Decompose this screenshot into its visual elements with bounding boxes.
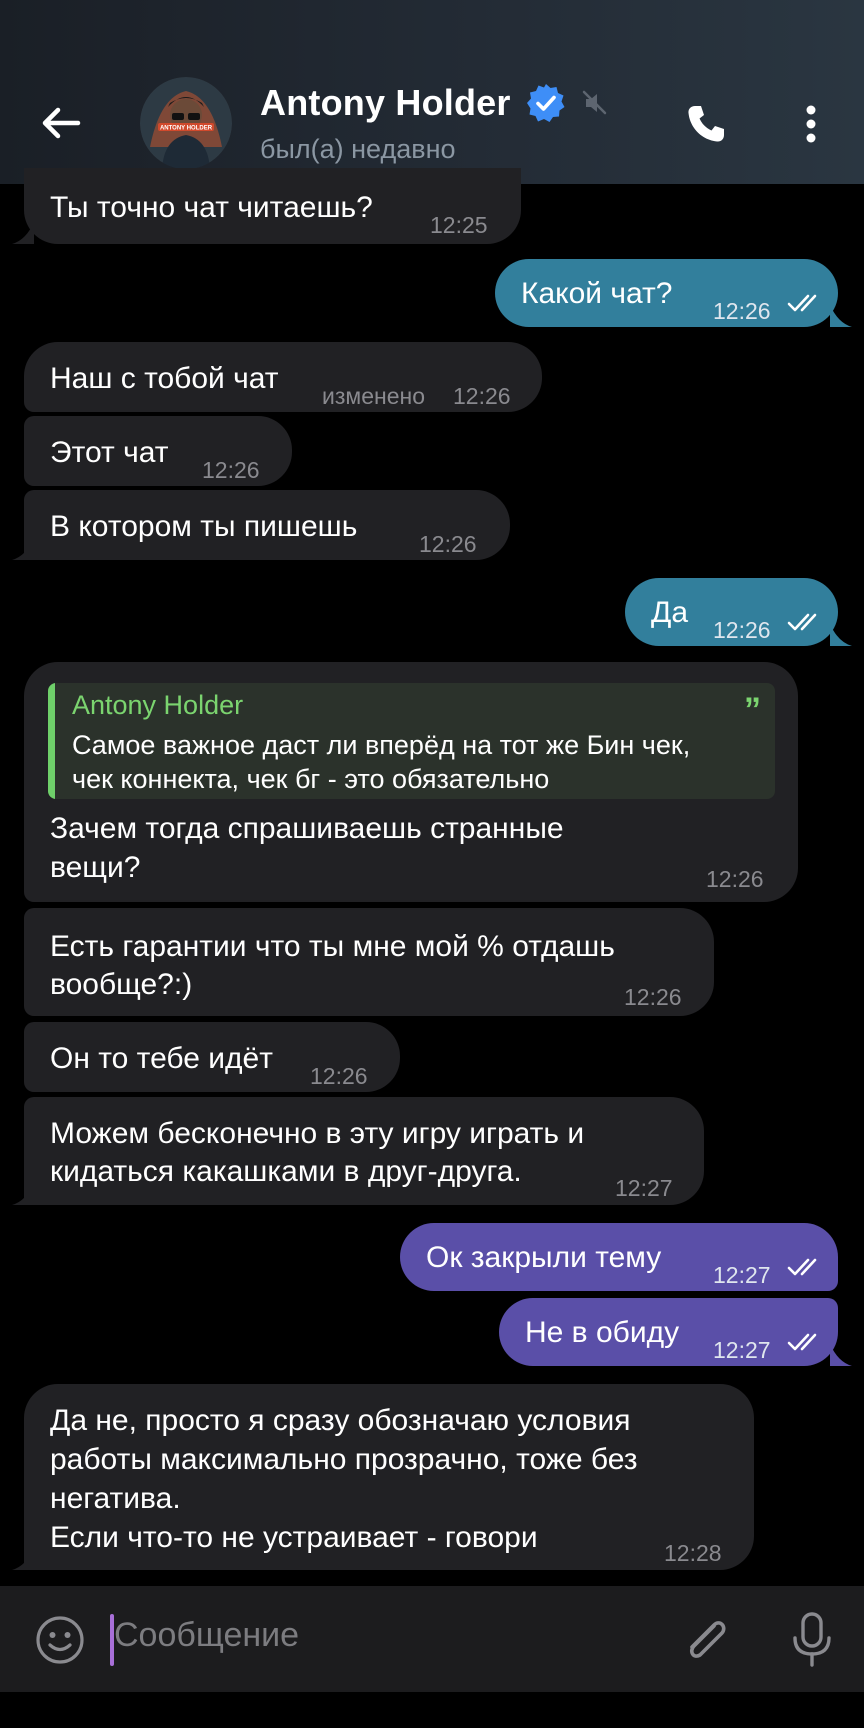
message-text: Да xyxy=(651,596,689,629)
message-time: 12:26 xyxy=(310,1063,368,1089)
message-text-line: Есть гарантии что ты мне мой % отдашь xyxy=(50,930,615,963)
contact-name: Antony Holder xyxy=(260,82,511,123)
bubble-tail-icon xyxy=(12,222,34,244)
message-text: Ты точно чат читаешь? xyxy=(50,191,373,224)
emoji-icon[interactable] xyxy=(34,1614,86,1666)
message-time: 12:26 xyxy=(453,383,511,409)
message-bubble-incoming[interactable]: Можем бесконечно в эту игру играть и кид… xyxy=(24,1097,704,1205)
message-text-line: Можем бесконечно в эту игру играть и xyxy=(50,1117,585,1150)
bubble-tail-icon xyxy=(12,1548,34,1570)
bubble-tail-icon xyxy=(830,305,852,327)
message-bubble-incoming[interactable]: Да не, просто я сразу обозначаю условия … xyxy=(24,1384,754,1570)
message-time: 12:26 xyxy=(713,298,771,324)
message-bubble-incoming[interactable]: Этот чат 12:26 xyxy=(24,416,292,486)
message-time: 12:26 xyxy=(624,984,682,1010)
last-seen-status: был(а) недавно xyxy=(260,134,456,164)
quote-author: Antony Holder xyxy=(72,690,244,720)
message-time: 12:26 xyxy=(713,617,771,643)
quote-mark-icon: ” xyxy=(744,691,761,729)
message-text: Не в обиду xyxy=(525,1316,680,1349)
chat-header: ANTONY HOLDER Antony Holder был(а) недав… xyxy=(0,0,864,184)
more-options-icon[interactable] xyxy=(796,100,826,148)
message-text-line: вещи? xyxy=(50,851,141,884)
back-arrow-icon[interactable] xyxy=(38,101,82,145)
message-time: 12:25 xyxy=(430,212,488,238)
message-text-line: Зачем тогда спрашиваешь странные xyxy=(50,812,564,845)
phone-call-icon[interactable] xyxy=(682,100,730,148)
message-input[interactable]: Сообщение xyxy=(114,1616,299,1655)
message-text-line: Если что-то не устраивает - говори xyxy=(50,1521,538,1554)
contact-info[interactable]: Antony Holder был(а) недавно xyxy=(260,80,611,165)
message-time: 12:27 xyxy=(713,1337,771,1363)
message-bubble-incoming[interactable]: Он то тебе идёт 12:26 xyxy=(24,1022,400,1092)
quote-accent-bar xyxy=(48,683,55,799)
message-bubble-outgoing[interactable]: Не в обиду 12:27 xyxy=(499,1298,838,1366)
edited-label: изменено xyxy=(322,383,425,409)
message-text: Наш с тобой чат xyxy=(50,362,279,395)
bubble-tail-icon xyxy=(830,1344,852,1366)
microphone-icon[interactable] xyxy=(786,1610,838,1670)
quote-block[interactable]: Antony Holder ” Самое важное даст ли впе… xyxy=(48,683,775,799)
message-time: 12:26 xyxy=(202,457,260,483)
message-bubble-incoming[interactable]: Наш с тобой чат изменено 12:26 xyxy=(24,342,542,412)
message-bubble-incoming[interactable]: В котором ты пишешь 12:26 xyxy=(24,490,510,560)
message-composer: Сообщение xyxy=(0,1586,864,1692)
message-time: 12:26 xyxy=(706,866,764,892)
read-receipt-icon xyxy=(787,613,817,631)
message-text-line: кидаться какашками в друг-друга. xyxy=(50,1155,522,1188)
quote-text-line: Самое важное даст ли вперёд на тот же Би… xyxy=(72,730,691,760)
read-receipt-icon xyxy=(787,294,817,312)
message-bubble-outgoing[interactable]: Да 12:26 xyxy=(625,578,838,646)
message-time: 12:26 xyxy=(419,531,477,557)
read-receipt-icon xyxy=(787,1258,817,1276)
attach-paperclip-icon[interactable] xyxy=(680,1612,732,1668)
muted-icon xyxy=(582,90,606,115)
message-text: Этот чат xyxy=(50,436,169,469)
read-receipt-icon xyxy=(787,1333,817,1351)
avatar[interactable]: ANTONY HOLDER xyxy=(140,77,232,169)
message-text-line: негатива. xyxy=(50,1482,181,1515)
message-time: 12:28 xyxy=(664,1540,722,1566)
avatar-image: ANTONY HOLDER xyxy=(140,77,232,169)
message-bubble-incoming[interactable]: Есть гарантии что ты мне мой % отдашь во… xyxy=(24,908,714,1016)
message-bubble-outgoing[interactable]: Ок закрыли тему 12:27 xyxy=(400,1223,838,1291)
message-time: 12:27 xyxy=(615,1175,673,1201)
message-text: В котором ты пишешь xyxy=(50,510,358,543)
quote-text-line: чек коннекта, чек бг - это обязательно xyxy=(72,764,550,794)
message-bubble-outgoing[interactable]: Какой чат? 12:26 xyxy=(495,259,838,327)
bubble-tail-icon xyxy=(12,538,34,560)
svg-text:ANTONY HOLDER: ANTONY HOLDER xyxy=(160,126,213,132)
message-text-line: Да не, просто я сразу обозначаю условия xyxy=(50,1404,631,1437)
bubble-tail-icon xyxy=(830,624,852,646)
bubble-tail-icon xyxy=(12,1183,34,1205)
message-text: Ок закрыли тему xyxy=(426,1241,662,1274)
message-text: Он то тебе идёт xyxy=(50,1042,273,1075)
verified-badge-icon xyxy=(526,84,565,122)
message-text-line: вообще?:) xyxy=(50,968,193,1001)
message-time: 12:27 xyxy=(713,1262,771,1288)
message-bubble-incoming[interactable]: Ты точно чат читаешь? 12:25 xyxy=(24,168,521,244)
message-text-line: работы максимально прозрачно, тоже без xyxy=(50,1443,638,1476)
message-text: Какой чат? xyxy=(521,277,673,310)
